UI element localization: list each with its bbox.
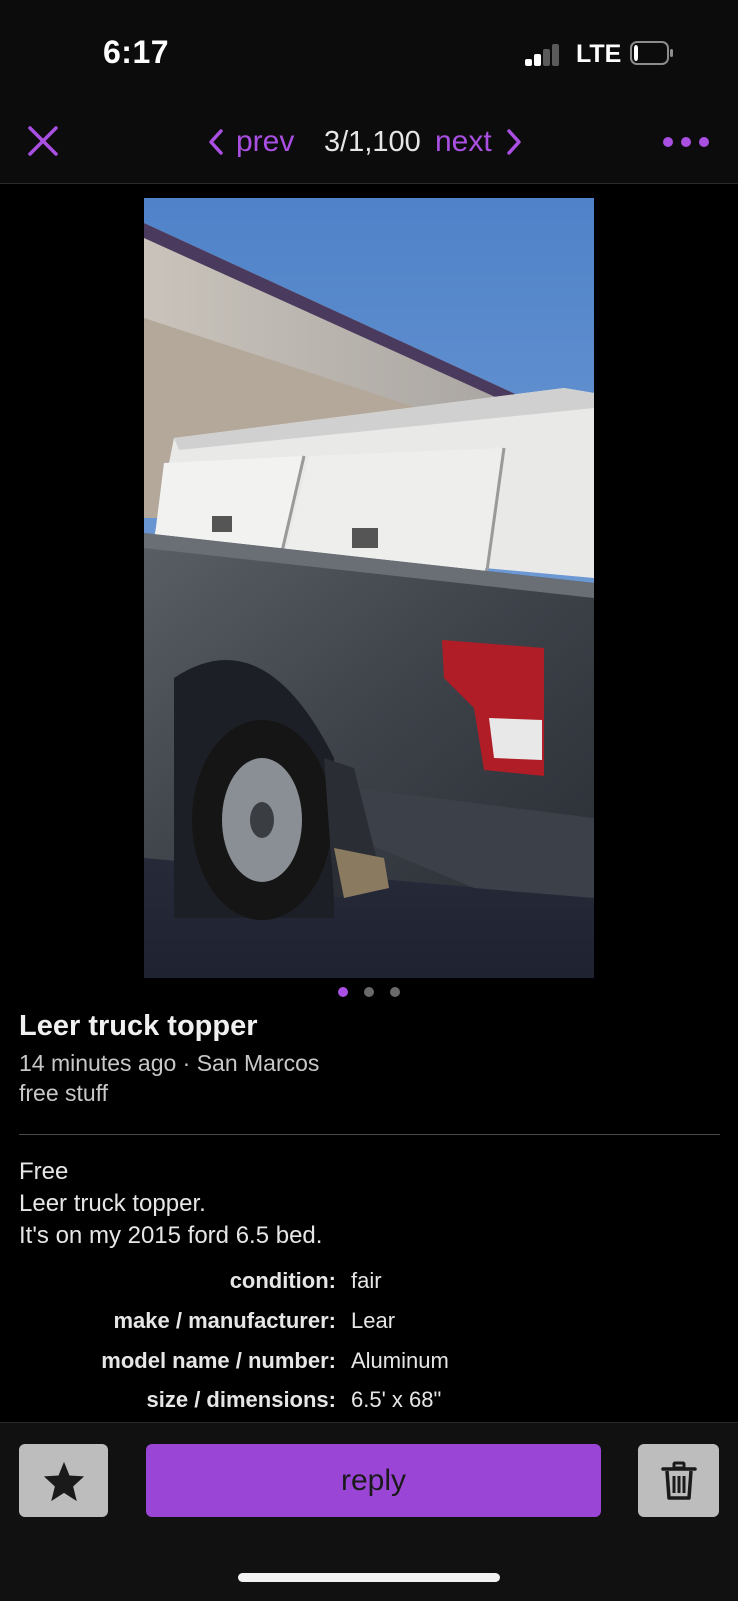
attribute-row: condition: fair <box>0 1268 738 1302</box>
signal-bar <box>525 59 532 66</box>
attribute-row: make / manufacturer: Lear <box>0 1308 738 1342</box>
signal-bar <box>534 54 541 66</box>
home-indicator[interactable] <box>238 1573 500 1582</box>
attribute-row: model name / number: Aluminum <box>0 1348 738 1382</box>
close-button[interactable] <box>26 124 60 158</box>
photo-dot[interactable] <box>390 987 400 997</box>
next-button[interactable]: next <box>435 122 522 162</box>
more-horizontal-icon <box>663 137 709 147</box>
signal-bar <box>543 49 550 66</box>
network-type: LTE <box>576 40 622 68</box>
listing-description: Free Leer truck topper. It's on my 2015 … <box>19 1156 322 1252</box>
attribute-value: 6.5' x 68" <box>351 1387 442 1412</box>
prev-button[interactable]: prev <box>208 122 294 162</box>
star-icon <box>43 1461 84 1501</box>
close-icon <box>28 126 58 156</box>
attribute-row: size / dimensions: 6.5' x 68" <box>0 1387 738 1421</box>
description-line: Free <box>19 1158 69 1185</box>
photo-dot[interactable] <box>338 987 348 997</box>
prev-label: prev <box>236 125 295 158</box>
divider <box>19 1134 720 1135</box>
truck-topper-photo <box>144 198 594 978</box>
chevron-right-icon <box>506 129 521 155</box>
description-line: Leer truck topper. <box>19 1190 206 1217</box>
trash-icon <box>660 1461 697 1500</box>
listing-category: free stuff <box>19 1080 109 1106</box>
attribute-key: make / manufacturer: <box>113 1308 336 1333</box>
next-label: next <box>435 125 492 158</box>
attribute-value: Aluminum <box>351 1348 449 1373</box>
reply-button[interactable]: reply <box>146 1444 601 1517</box>
photo-pagination <box>0 984 738 1000</box>
listing-meta: 14 minutes ago · San Marcos <box>19 1050 320 1076</box>
attribute-key: model name / number: <box>101 1348 336 1373</box>
attribute-value: Lear <box>351 1308 396 1333</box>
listing-counter: 3/1,100 <box>324 126 421 158</box>
attribute-value: fair <box>351 1268 382 1293</box>
battery-icon <box>630 41 674 65</box>
status-bar: 6:17 LTE <box>0 0 738 100</box>
signal-strength-icon <box>525 42 563 66</box>
delete-button[interactable] <box>638 1444 719 1517</box>
listing-nav-bar: prev 3/1,100 next <box>0 100 738 184</box>
signal-bar <box>552 44 559 66</box>
chevron-left-icon <box>209 129 223 155</box>
status-time: 6:17 <box>103 34 170 70</box>
listing-title: Leer truck topper <box>19 1010 258 1042</box>
favorite-button[interactable] <box>19 1444 108 1517</box>
description-line: It's on my 2015 ford 6.5 bed. <box>19 1222 323 1249</box>
attribute-key: size / dimensions: <box>146 1387 337 1412</box>
more-options-button[interactable] <box>662 128 710 156</box>
photo-dot[interactable] <box>364 987 374 997</box>
attribute-key: condition: <box>229 1268 336 1293</box>
listing-photo[interactable] <box>144 198 594 978</box>
